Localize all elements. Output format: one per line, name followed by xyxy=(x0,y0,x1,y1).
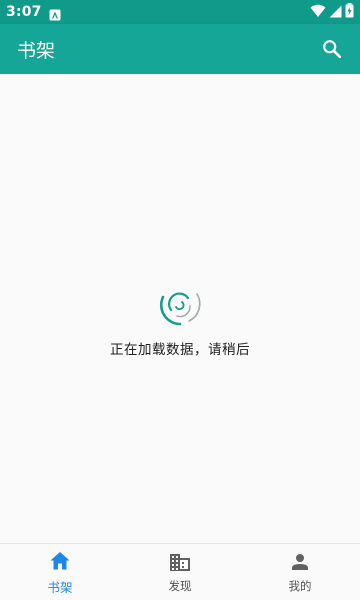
person-icon xyxy=(292,554,308,570)
nav-label-discover: 发现 xyxy=(168,579,192,593)
nav-item-bookshelf[interactable]: 书架 xyxy=(0,544,120,600)
android-notification-icon xyxy=(49,6,61,21)
home-icon xyxy=(50,551,70,569)
page-title: 书架 xyxy=(17,39,56,62)
wifi-icon xyxy=(310,3,326,22)
nav-item-discover[interactable]: 发现 xyxy=(120,544,240,600)
search-icon xyxy=(323,40,342,59)
bookshelf-content: 正在加载数据，请稍后 xyxy=(0,74,360,543)
bottom-navigation: 书架 发现 我的 xyxy=(0,543,360,600)
nav-item-mine[interactable]: 我的 xyxy=(240,544,360,600)
search-button[interactable] xyxy=(318,35,346,63)
building-icon xyxy=(170,554,190,571)
status-bar: 3:07 xyxy=(0,0,360,24)
battery-charging-icon xyxy=(345,2,354,22)
app-bar: 书架 xyxy=(0,24,360,74)
cell-signal-icon xyxy=(329,3,342,22)
nav-label-mine: 我的 xyxy=(288,579,312,593)
status-time: 3:07 xyxy=(6,4,42,20)
loading-spinner-icon xyxy=(159,292,201,326)
loading-message: 正在加载数据，请稍后 xyxy=(110,342,250,358)
loading-indicator: 正在加载数据，请稍后 xyxy=(0,280,360,358)
nav-label-bookshelf: 书架 xyxy=(47,579,73,595)
status-indicators xyxy=(310,2,354,22)
